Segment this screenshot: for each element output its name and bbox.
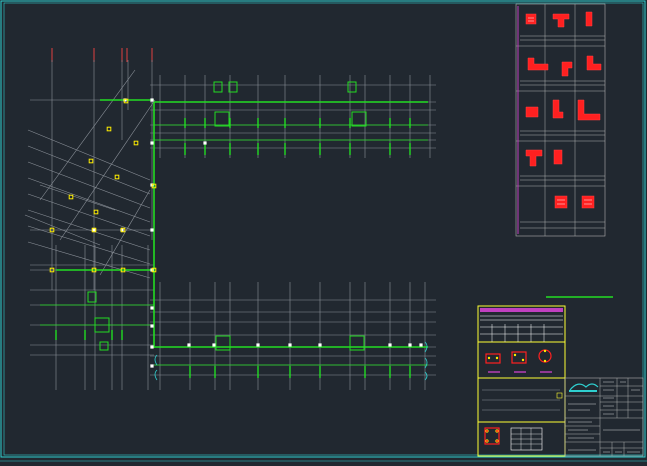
column-marker bbox=[150, 345, 154, 349]
angled-grid-line bbox=[27, 241, 151, 279]
notes-block bbox=[477, 305, 566, 457]
node-markers bbox=[49, 98, 157, 273]
wall-lines-thin bbox=[40, 124, 428, 366]
detail-panel bbox=[515, 3, 606, 237]
column-marker bbox=[150, 306, 154, 310]
angled-wing-grid bbox=[24, 69, 156, 279]
node-marker bbox=[114, 174, 120, 180]
column-marker bbox=[203, 141, 207, 145]
angled-grid-line bbox=[39, 69, 136, 201]
opening-boxes bbox=[87, 81, 367, 351]
node-marker bbox=[106, 126, 112, 132]
axis-ticks bbox=[51, 48, 153, 62]
angled-grid-line bbox=[27, 225, 151, 265]
angled-grid-line bbox=[99, 189, 151, 276]
column-marker bbox=[419, 343, 423, 347]
column-marker bbox=[212, 343, 216, 347]
column-marker bbox=[288, 343, 292, 347]
column-wall-marks bbox=[55, 118, 411, 378]
angled-grid-line bbox=[39, 184, 116, 211]
column-marker bbox=[408, 343, 412, 347]
column-marker bbox=[318, 343, 322, 347]
column-marker bbox=[150, 98, 154, 102]
cad-logo-icon bbox=[569, 383, 599, 392]
node-marker bbox=[93, 209, 99, 215]
cad-drawing-canvas bbox=[0, 0, 647, 462]
column-marker bbox=[92, 228, 96, 232]
angled-grid-line bbox=[27, 129, 151, 181]
column-marker bbox=[187, 343, 191, 347]
structural-grid-lines bbox=[30, 60, 436, 390]
column-marker bbox=[150, 228, 154, 232]
angled-grid-line bbox=[59, 99, 156, 241]
column-marker bbox=[150, 364, 154, 368]
drawing-frame bbox=[0, 0, 646, 458]
column-marker bbox=[388, 343, 392, 347]
drawing-inner-frame bbox=[3, 2, 644, 456]
column-marker bbox=[150, 141, 154, 145]
column-marker bbox=[256, 343, 260, 347]
column-marker bbox=[150, 324, 154, 328]
title-block bbox=[564, 377, 644, 457]
node-marker bbox=[133, 140, 139, 146]
node-marker bbox=[88, 158, 94, 164]
